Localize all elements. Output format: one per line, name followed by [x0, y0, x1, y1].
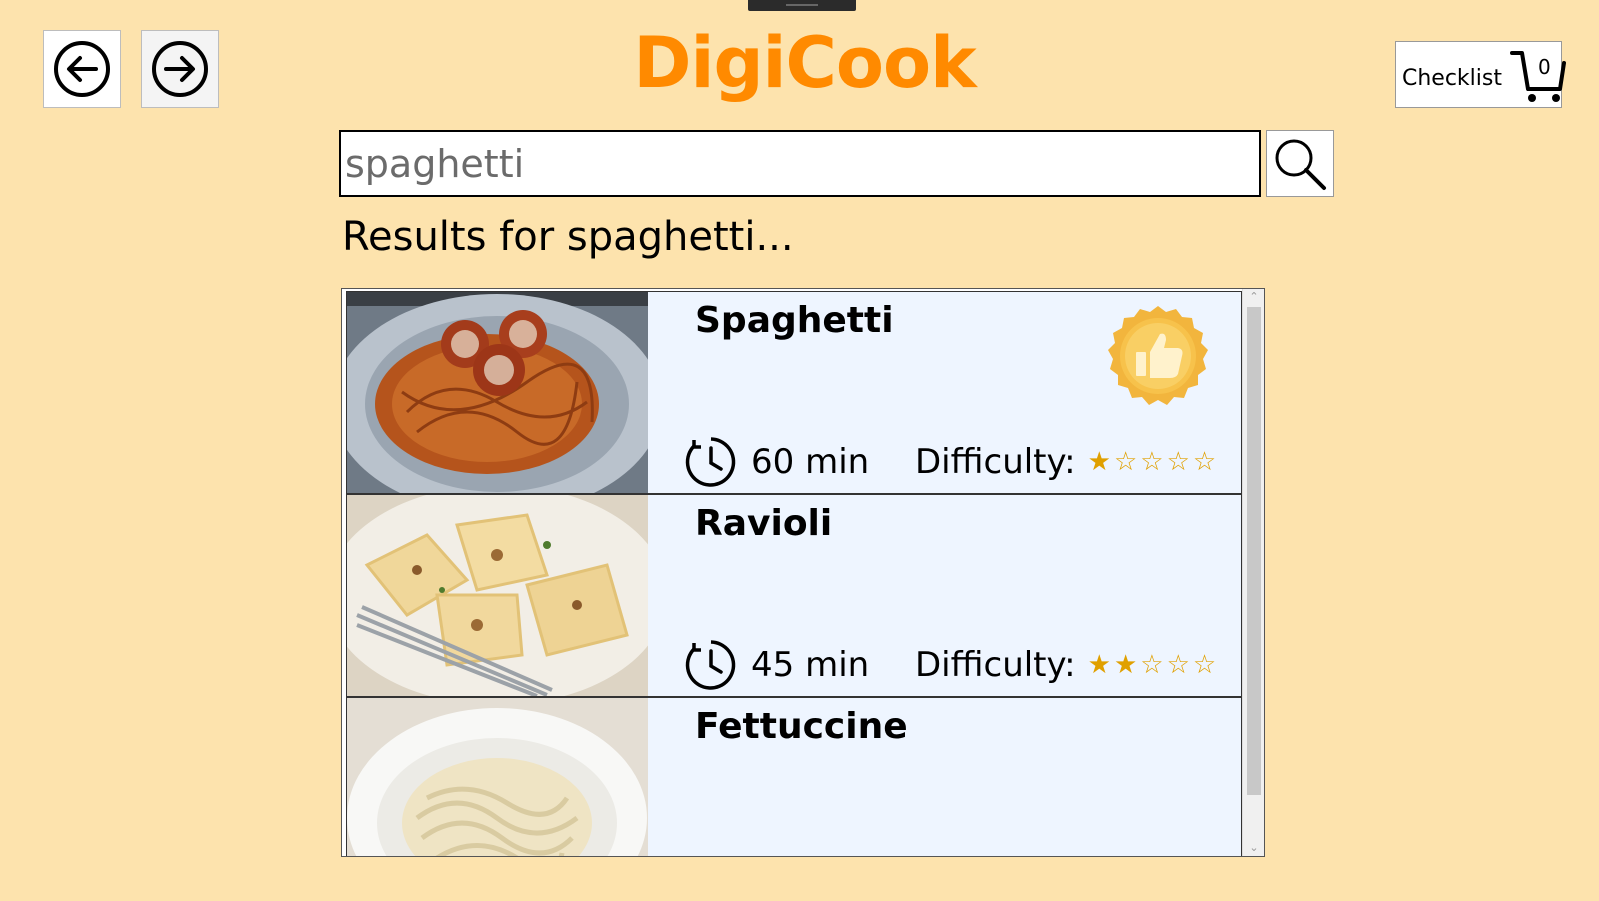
difficulty-label: Difficulty:: [915, 442, 1076, 482]
star-empty-icon: ☆: [1140, 447, 1164, 477]
checklist-count: 0: [1538, 54, 1551, 79]
window-handle[interactable]: [748, 0, 856, 11]
star-empty-icon: ☆: [1166, 447, 1190, 477]
star-empty-icon: ☆: [1166, 650, 1190, 680]
scroll-down-arrow[interactable]: ⌄: [1243, 840, 1264, 856]
scroll-thumb[interactable]: [1247, 307, 1261, 795]
star-filled-icon: ★: [1087, 650, 1111, 680]
recipe-difficulty: Difficulty: ★ ★ ☆ ☆ ☆: [915, 638, 1219, 692]
app-title: DigiCook: [633, 22, 976, 104]
recipe-image: [347, 698, 648, 856]
recipe-image: [347, 292, 648, 493]
recipe-image: [347, 495, 648, 696]
fettuccine-photo: [347, 698, 648, 856]
recipe-name: Fettuccine: [695, 706, 908, 747]
search-button[interactable]: [1266, 130, 1334, 197]
recipe-time-text: 45 min: [751, 645, 870, 685]
recipe-time: 45 min: [685, 638, 869, 692]
recipe-card-ravioli[interactable]: Ravioli 45 min Difficulty: ★ ★ ☆ ☆ ☆: [346, 494, 1242, 697]
recipe-card-spaghetti[interactable]: Spaghetti 60 min Difficulty: ★ ☆ ☆ ☆ ☆: [346, 291, 1242, 494]
difficulty-stars: ★ ★ ☆ ☆ ☆: [1088, 652, 1220, 678]
thumbs-up-badge-icon: [1108, 306, 1208, 405]
star-filled-icon: ★: [1087, 447, 1111, 477]
recipe-name: Spaghetti: [695, 300, 894, 341]
scroll-up-arrow[interactable]: ⌃: [1243, 289, 1264, 305]
results-heading: Results for spaghetti...: [342, 214, 794, 260]
star-empty-icon: ☆: [1113, 447, 1138, 477]
difficulty-stars: ★ ☆ ☆ ☆ ☆: [1088, 449, 1220, 475]
magnifier-icon: [1275, 139, 1326, 190]
checklist-label: Checklist: [1402, 66, 1502, 91]
results-scrollbar[interactable]: ⌃ ⌄: [1242, 289, 1264, 856]
recipe-time: 60 min: [685, 435, 869, 489]
ravioli-photo: [347, 495, 648, 696]
recipe-name: Ravioli: [695, 503, 833, 544]
star-empty-icon: ☆: [1192, 447, 1217, 477]
recipe-card-fettuccine[interactable]: Fettuccine: [346, 697, 1242, 856]
star-empty-icon: ☆: [1140, 650, 1164, 680]
star-empty-icon: ☆: [1192, 650, 1217, 680]
results-list[interactable]: Spaghetti 60 min Difficulty: ★ ☆ ☆ ☆ ☆ R…: [341, 288, 1265, 857]
clock-icon: [685, 437, 736, 487]
clock-icon: [685, 640, 736, 690]
spaghetti-meatballs-photo: [347, 292, 648, 493]
star-filled-icon: ★: [1113, 650, 1138, 680]
checklist-button[interactable]: Checklist 0: [1395, 41, 1566, 108]
recipe-difficulty: Difficulty: ★ ☆ ☆ ☆ ☆: [915, 435, 1219, 489]
search-input[interactable]: [339, 130, 1261, 197]
recipe-time-text: 60 min: [751, 442, 870, 482]
difficulty-label: Difficulty:: [915, 645, 1076, 685]
